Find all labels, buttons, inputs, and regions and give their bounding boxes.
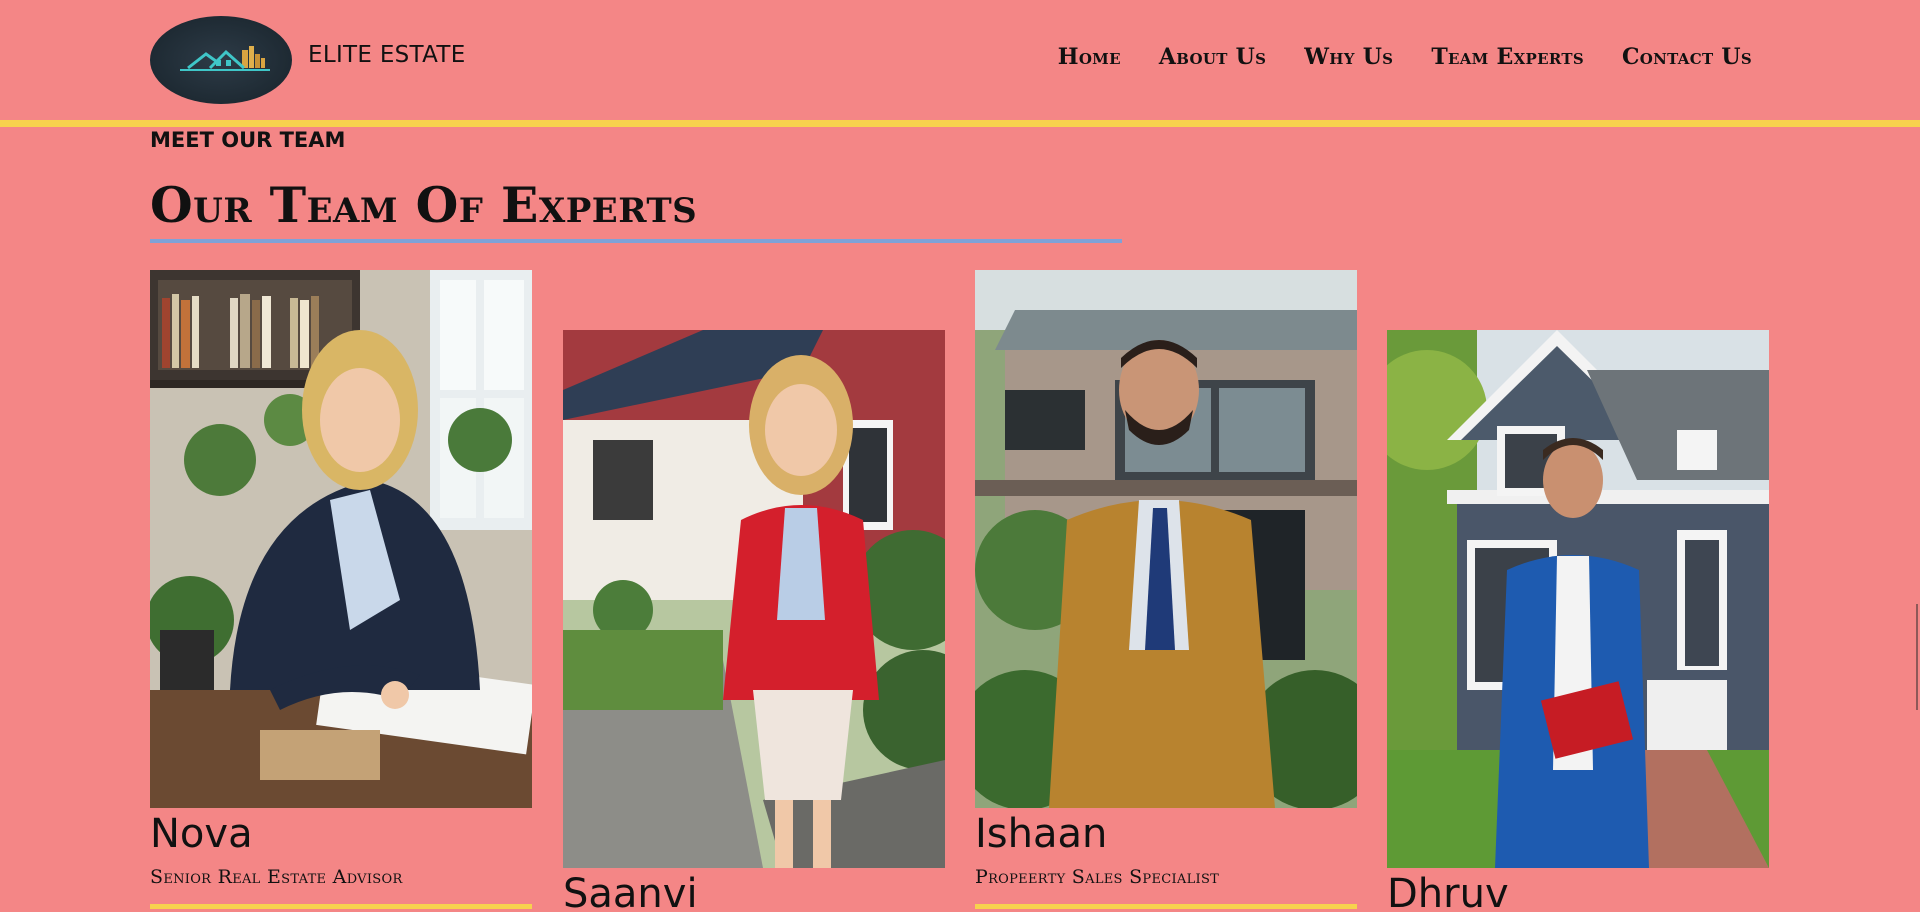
team-photo-saanvi: [563, 330, 945, 868]
team-name: Nova: [150, 811, 253, 857]
logo[interactable]: [150, 16, 292, 104]
main-nav: Home About Us Why Us Team Experts Contac…: [1058, 44, 1752, 70]
team-role: Propeerty Sales Specialist: [975, 866, 1220, 888]
team-card-ishaan[interactable]: Ishaan Propeerty Sales Specialist: [975, 270, 1357, 909]
card-underline: [150, 904, 532, 909]
team-card-saanvi[interactable]: Saanvi: [563, 330, 945, 912]
team-card-nova[interactable]: Nova Senior Real Estate Advisor: [150, 270, 532, 909]
page: ELITE ESTATE Home About Us Why Us Team E…: [0, 0, 1920, 912]
team-name: Dhruv: [1387, 871, 1509, 912]
brand-name[interactable]: ELITE ESTATE: [308, 42, 466, 68]
site-header: ELITE ESTATE Home About Us Why Us Team E…: [0, 0, 1920, 120]
nav-contact-us[interactable]: Contact Us: [1622, 44, 1752, 70]
scrollbar[interactable]: [1916, 604, 1918, 710]
team-photo-nova: [150, 270, 532, 808]
section-title: Our Team Of Experts: [150, 176, 698, 234]
house-skyline-logo-icon: [180, 46, 270, 71]
team-role: Senior Real Estate Advisor: [150, 866, 403, 888]
team-photo-ishaan: [975, 270, 1357, 808]
team-card-dhruv[interactable]: Dhruv: [1387, 330, 1769, 912]
card-underline: [975, 904, 1357, 909]
team-name: Saanvi: [563, 871, 698, 912]
nav-team-experts[interactable]: Team Experts: [1431, 44, 1584, 70]
nav-home[interactable]: Home: [1058, 44, 1121, 70]
nav-why-us[interactable]: Why Us: [1304, 44, 1393, 70]
section-eyebrow: MEET OUR TEAM: [150, 128, 346, 152]
team-photo-dhruv: [1387, 330, 1769, 868]
nav-about-us[interactable]: About Us: [1159, 44, 1266, 70]
title-underline: [150, 239, 1122, 243]
header-divider: [0, 120, 1920, 127]
team-name: Ishaan: [975, 811, 1108, 857]
